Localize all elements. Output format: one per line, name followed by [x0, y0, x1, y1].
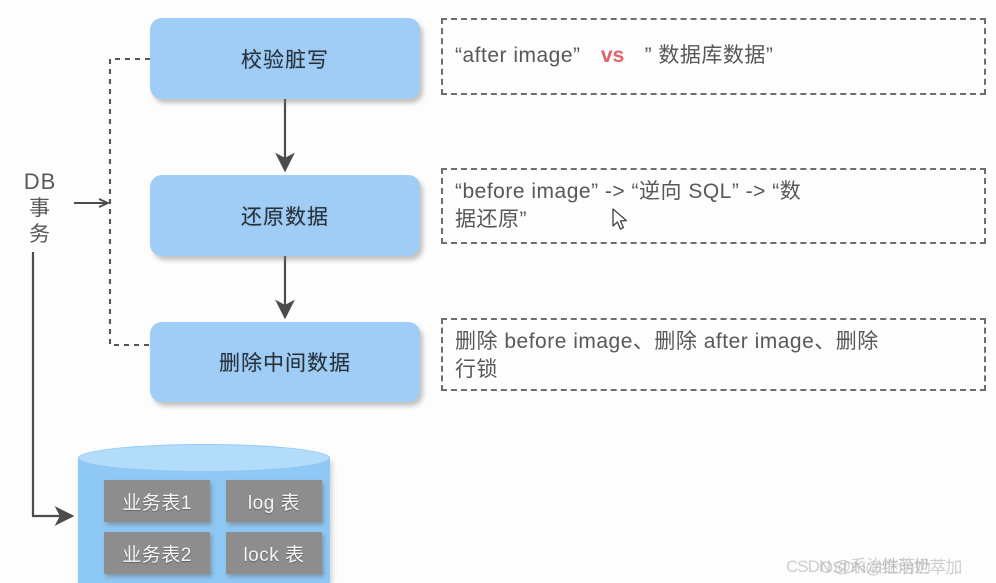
database-cylinder: 业务表1 log 表 业务表2 lock 表 [78, 444, 330, 583]
note-box-after-image-vs-db: “after image” vs ” 数据库数据” [441, 18, 986, 95]
note-box-delete-images-and-lock: 删除 before image、删除 after image、删除 行锁 [441, 318, 986, 391]
table-label: log 表 [247, 492, 301, 514]
db-bracket-tick-head [98, 198, 111, 208]
step-box-check-dirty-write[interactable]: 校验脏写 [150, 18, 420, 99]
note-segment-1: “before image” -> “逆向 SQL” -> “数 [455, 180, 802, 203]
table-lock[interactable]: lock 表 [226, 532, 322, 574]
db-transaction-label: DB 事 务 [14, 168, 66, 248]
table-log[interactable]: log 表 [226, 480, 322, 522]
step-label: 还原数据 [241, 205, 329, 229]
note-text: “after image” vs ” 数据库数据” [455, 42, 773, 70]
table-label: 业务表2 [122, 544, 192, 566]
table-label: lock 表 [243, 544, 305, 566]
note-accent-vs: vs [600, 44, 625, 68]
cylinder-top-ellipse [78, 444, 330, 472]
note-text: 删除 before image、删除 after image、删除 行锁 [455, 328, 879, 385]
watermark: CSDN @系治性萌奶 OSDN@继治世萃加 [786, 548, 991, 578]
db-label-line2: 事 [29, 196, 51, 220]
note-segment-1: 删除 before image、删除 after image、删除 [455, 330, 879, 353]
step-box-restore-data[interactable]: 还原数据 [150, 175, 420, 256]
step-box-delete-intermediate-data[interactable]: 删除中间数据 [150, 322, 420, 402]
db-to-database-arrow [31, 252, 75, 526]
watermark-text-b: OSDN@继治世萃加 [820, 558, 962, 577]
table-business-1[interactable]: 业务表1 [104, 480, 210, 522]
db-label-line1: DB [23, 169, 57, 194]
mouse-pointer-icon [612, 208, 628, 230]
step-label: 删除中间数据 [219, 352, 351, 375]
note-line-2: 据还原” [455, 208, 527, 232]
table-label: 业务表1 [122, 492, 192, 514]
note-segment-1: “after image” [455, 44, 581, 68]
note-box-before-image-reverse-sql: “before image” -> “逆向 SQL” -> “数 据还原” [441, 168, 986, 244]
diagram-canvas: DB 事 务 校验脏写 还原数据 删除中间数据 “after image” vs… [0, 0, 996, 583]
db-label-line3: 务 [29, 222, 51, 246]
note-line-2: 行锁 [455, 358, 498, 382]
table-business-2[interactable]: 业务表2 [104, 532, 210, 574]
dashed-bracket [108, 57, 150, 347]
note-segment-2: ” 数据库数据” [644, 44, 774, 68]
step-label: 校验脏写 [241, 48, 329, 72]
